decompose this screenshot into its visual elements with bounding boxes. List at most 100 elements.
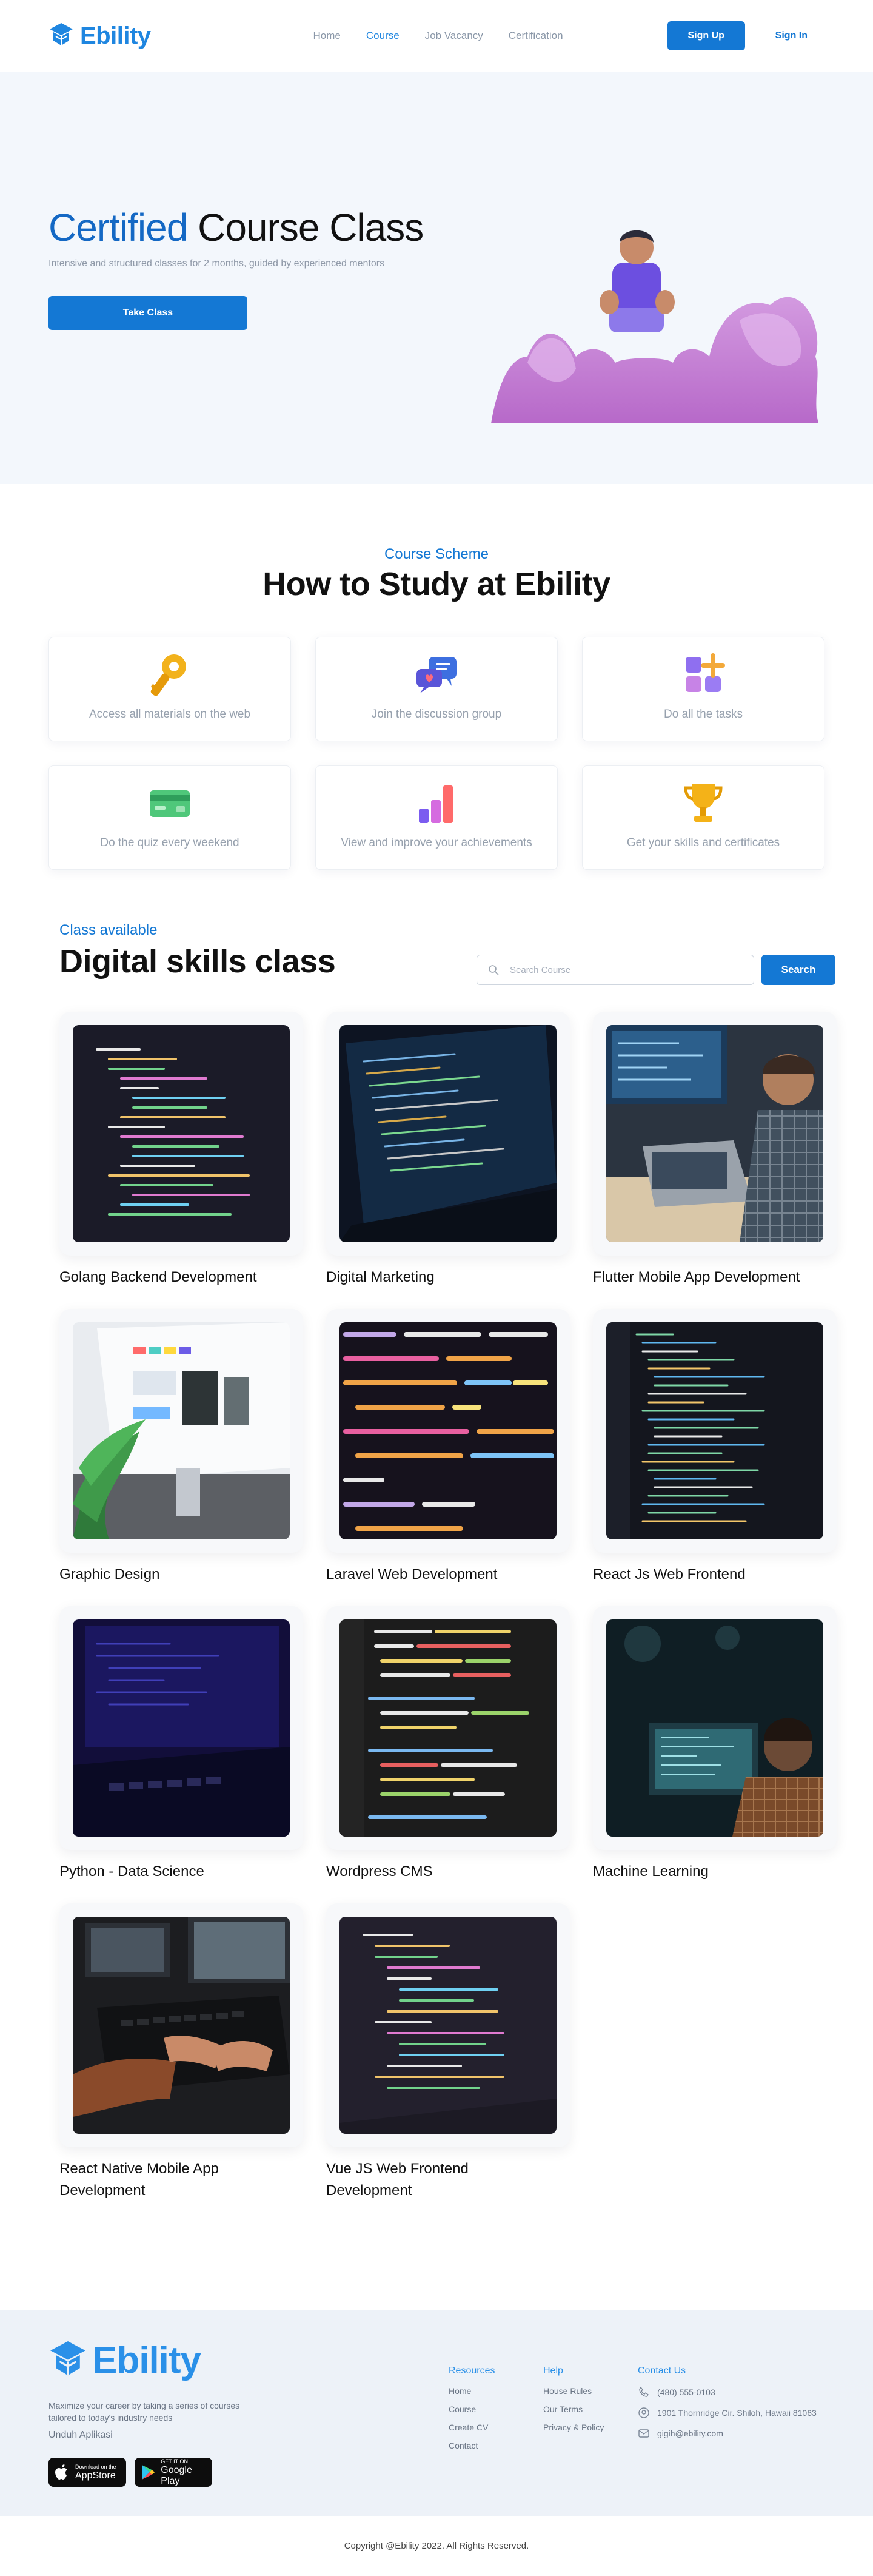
scheme-card: Join the discussion group [315, 637, 558, 741]
footer-brand-name: Ebility [92, 2339, 201, 2381]
contact-email[interactable]: gigih@ebility.com [638, 2427, 817, 2440]
search-box [477, 955, 754, 985]
scheme-kicker: Course Scheme [384, 546, 489, 562]
nav-home[interactable]: Home [313, 30, 341, 42]
javascript-code-image-icon [340, 1322, 557, 1539]
code-editor-image-icon [340, 1917, 557, 2134]
course-card[interactable]: Wordpress CMS [326, 1606, 570, 1903]
code-editor-image-icon [73, 1025, 290, 1242]
course-name: Laravel Web Development [326, 1566, 498, 1582]
card-label: Get your skills and certificates [626, 836, 780, 849]
course-thumbnail-frame [593, 1012, 837, 1256]
footer-link-create-cv[interactable]: Create CV [449, 2423, 495, 2432]
course-name: React Js Web Frontend [593, 1566, 746, 1582]
help-title: Help [543, 2366, 563, 2376]
footer-description: Maximize your career by taking a series … [48, 2401, 240, 2423]
course-grid: Golang Backend Development Digital Marke… [59, 1012, 841, 2201]
phone-icon [639, 2386, 649, 2397]
mail-icon [638, 2429, 649, 2438]
appstore-badge[interactable]: Download on the AppStore [48, 2458, 126, 2487]
developer-monitor-image-icon [606, 1619, 823, 1837]
course-card[interactable]: Graphic Design [59, 1309, 303, 1606]
design-monitor-image-icon [73, 1322, 290, 1539]
course-thumbnail [606, 1322, 823, 1539]
course-thumbnail [340, 1025, 557, 1242]
take-class-button[interactable]: Take Class [48, 296, 247, 330]
graduation-cap-logo-icon [50, 2341, 85, 2375]
course-card[interactable]: Golang Backend Development [59, 1012, 303, 1309]
hero-subtitle: Intensive and structured classes for 2 m… [48, 258, 385, 269]
course-thumbnail [606, 1025, 823, 1242]
sign-in-button[interactable]: Sign In [775, 30, 808, 41]
copyright-bar: Copyright @Ebility 2022. All Rights Rese… [0, 2516, 873, 2576]
footer-link-home[interactable]: Home [449, 2386, 495, 2396]
copyright-text: Copyright @Ebility 2022. All Rights Rese… [344, 2541, 529, 2551]
footer-link-course[interactable]: Course [449, 2404, 495, 2414]
scheme-cards: Access all materials on the web Join the… [48, 637, 824, 870]
contact-phone-text: (480) 555-0103 [657, 2387, 715, 2397]
key-icon [150, 654, 186, 696]
code-editor-image-icon [606, 1322, 823, 1539]
search-button[interactable]: Search [761, 955, 835, 985]
course-card[interactable]: React Js Web Frontend [593, 1309, 837, 1606]
nav-course[interactable]: Course [366, 30, 400, 42]
auth-actions: Sign Up Sign In [667, 21, 808, 50]
card-label: Join the discussion group [371, 708, 502, 721]
footer-link-contact[interactable]: Contact [449, 2441, 495, 2450]
search-icon [489, 965, 499, 975]
course-thumbnail-frame [326, 1012, 570, 1256]
scheme-card: Do the quiz every weekend [48, 765, 291, 870]
contact-title: Contact Us [638, 2366, 686, 2376]
graduation-cap-logo-icon [50, 23, 73, 45]
nav-certification[interactable]: Certification [509, 30, 563, 42]
course-thumbnail [606, 1619, 823, 1837]
tasks-blocks-icon [686, 653, 725, 692]
course-card[interactable]: Digital Marketing [326, 1012, 570, 1309]
footer-link-our-terms[interactable]: Our Terms [543, 2404, 604, 2414]
sign-up-button[interactable]: Sign Up [667, 21, 745, 50]
appstore-big-text: AppStore [75, 2470, 116, 2481]
main-menu: Home Course Job Vacancy Certification [313, 30, 563, 42]
course-thumbnail-frame [59, 1606, 303, 1850]
laptop-code-image-icon [340, 1025, 557, 1242]
course-card[interactable]: Flutter Mobile App Development [593, 1012, 837, 1309]
download-label: Unduh Aplikasi [48, 2430, 113, 2440]
course-card[interactable]: Vue JS Web Frontend Development [326, 1903, 570, 2201]
contact-phone[interactable]: (480) 555-0103 [638, 2386, 817, 2398]
developer-at-desk-image-icon [606, 1025, 823, 1242]
footer-link-house-rules[interactable]: House Rules [543, 2386, 604, 2396]
course-card[interactable]: Python - Data Science [59, 1606, 303, 1903]
hero-illustration-student-icon [491, 230, 818, 423]
appstore-small-text: Download on the [75, 2463, 116, 2470]
course-thumbnail [73, 1025, 290, 1242]
course-card[interactable]: Machine Learning [593, 1606, 837, 1903]
course-thumbnail [73, 1917, 290, 2134]
footer-contact: Contact Us (480) 555-0103 1901 Thornridg… [638, 2366, 817, 2448]
contact-email-text: gigih@ebility.com [657, 2429, 723, 2438]
scheme-card: Get your skills and certificates [582, 765, 824, 870]
course-thumbnail [73, 1619, 290, 1837]
footer-brand[interactable]: Ebility [48, 2339, 201, 2382]
bar-chart-icon [419, 785, 453, 823]
python-code-image-icon [340, 1619, 557, 1837]
search-course-input[interactable] [510, 964, 740, 975]
google-play-badge[interactable]: GET IT ON Google Play [135, 2458, 212, 2487]
top-navbar: Ebility Home Course Job Vacancy Certific… [0, 0, 873, 72]
course-name: React Native Mobile App Development [59, 2161, 219, 2199]
course-thumbnail-frame [593, 1606, 837, 1850]
class-kicker: Class available [59, 922, 158, 938]
contact-address: 1901 Thornridge Cir. Shiloh, Hawaii 8106… [638, 2407, 817, 2419]
hero-title-rest: Course Class [187, 206, 424, 249]
laptop-dark-image-icon [73, 1619, 290, 1837]
footer: Ebility Maximize your career by taking a… [0, 2310, 873, 2516]
card-label: Access all materials on the web [89, 708, 251, 721]
class-title: Digital skills class [59, 943, 336, 980]
course-card[interactable]: Laravel Web Development [326, 1309, 570, 1606]
course-name: Digital Marketing [326, 1269, 435, 1285]
brand-logo-link[interactable]: Ebility [48, 22, 151, 50]
course-name: Flutter Mobile App Development [593, 1269, 800, 1285]
course-card[interactable]: React Native Mobile App Development [59, 1903, 303, 2201]
nav-job-vacancy[interactable]: Job Vacancy [425, 30, 483, 42]
footer-link-privacy-policy[interactable]: Privacy & Policy [543, 2423, 604, 2432]
scheme-card: Access all materials on the web [48, 637, 291, 741]
